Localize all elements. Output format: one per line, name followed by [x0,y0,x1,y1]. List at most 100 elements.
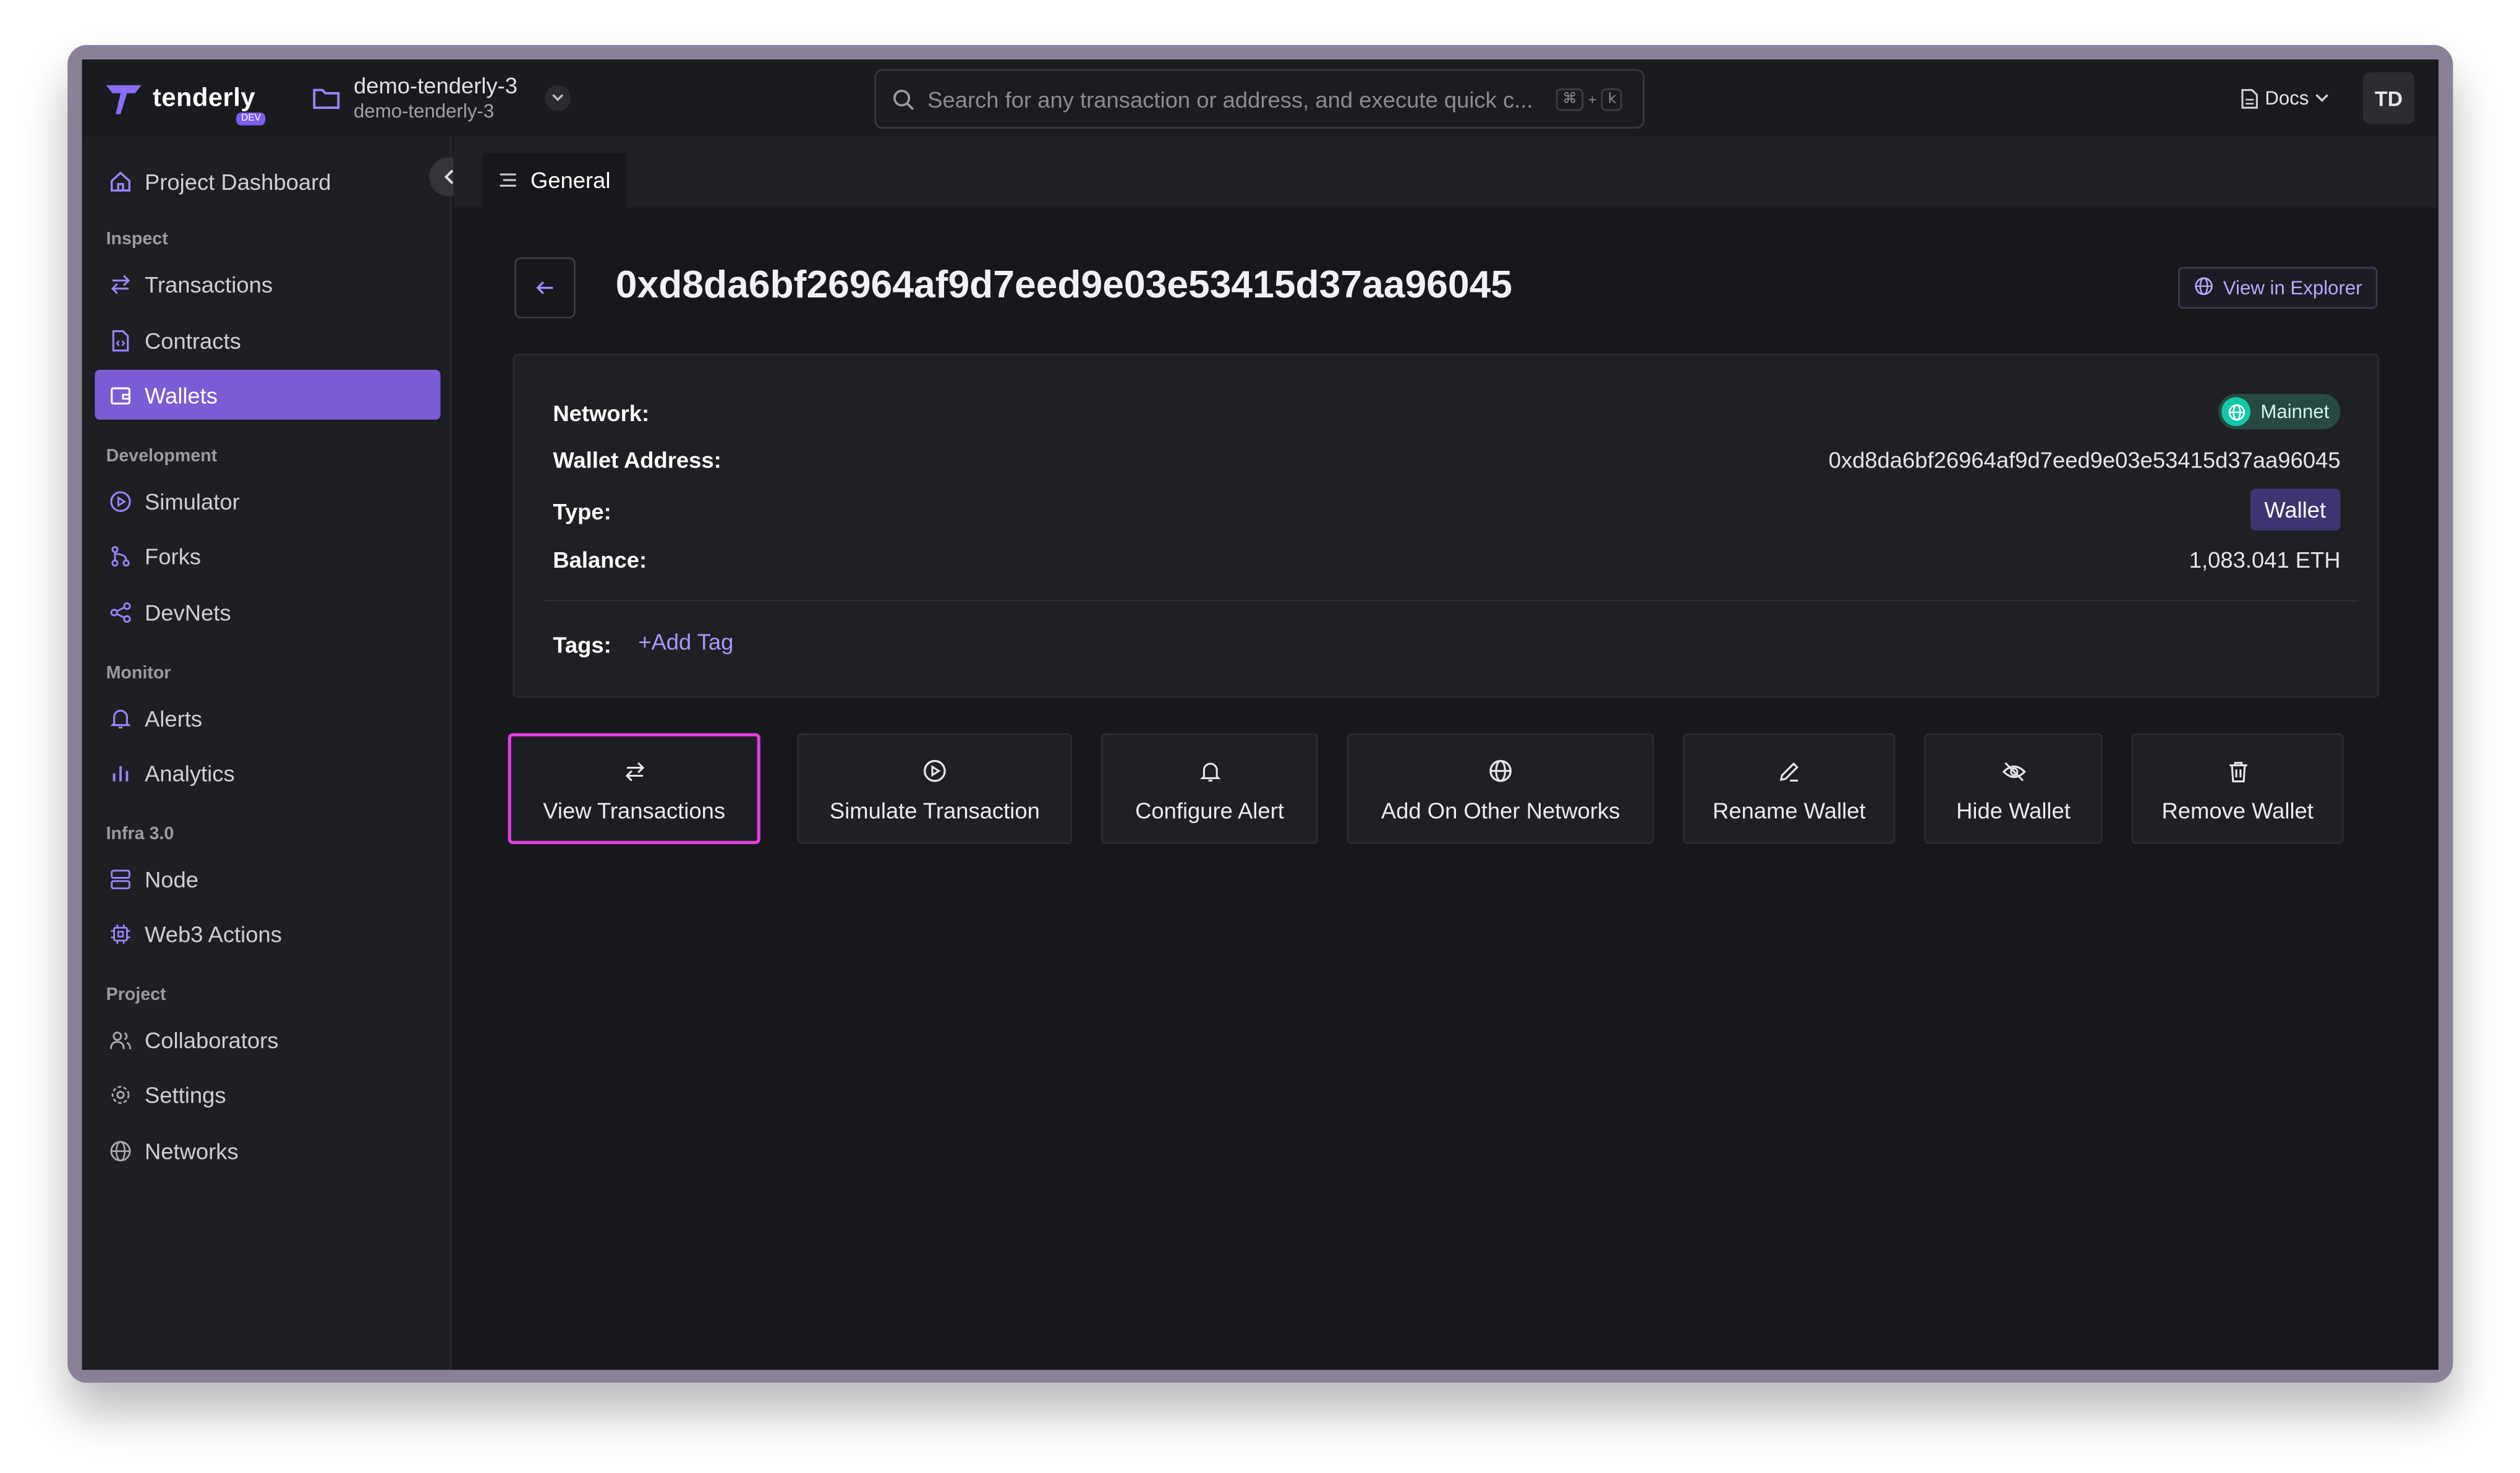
search-shortcut: ⌘ + k [1556,87,1623,111]
shortcut-cmd-key: ⌘ [1556,87,1583,111]
document-icon [2241,88,2258,108]
globe-icon [1489,755,1513,787]
tenderly-logo-icon [106,85,142,114]
bell-icon [108,706,132,730]
docs-dropdown[interactable]: Docs [2241,87,2336,109]
chevron-down-icon[interactable] [545,85,571,111]
shortcut-plus: + [1588,90,1597,107]
top-bar: tenderly DEV demo-tenderly-3 demo-tender… [82,59,2439,137]
sidebar-item-contracts[interactable]: Contracts [95,315,440,365]
sidebar-item-web3-actions[interactable]: Web3 Actions [95,908,440,959]
network-badge: Mainnet [2218,394,2341,430]
network-value: Mainnet [2260,400,2330,423]
sidebar-item-label: Forks [144,542,201,569]
sidebar-item-label: DevNets [144,599,231,625]
chevron-left-icon [443,169,453,184]
wallet-details-card: Network: Mainnet Wallet Address: 0xd8da6… [513,354,2379,698]
sidebar-item-label: Collaborators [144,1027,279,1052]
sidebar-item-wallets[interactable]: Wallets [95,370,441,420]
sidebar-item-forks[interactable]: Forks [95,531,440,581]
eye-off-icon [2001,755,2027,787]
user-avatar[interactable]: TD [2362,72,2415,124]
page-title: 0xd8da6bf26964af9d7eed9e03e53415d37aa960… [615,263,1512,307]
home-icon [108,169,132,193]
sidebar-item-label: Simulator [144,488,240,514]
sidebar-group-development: Development [106,446,218,466]
sidebar-item-label: Wallets [144,382,218,408]
cpu-chip-icon [108,921,132,946]
sidebar-group-monitor: Monitor [106,664,171,683]
server-icon [108,866,132,890]
sidebar-item-node[interactable]: Node [95,854,440,904]
simulate-transaction-button[interactable]: Simulate Transaction [797,733,1073,844]
screenshot-canvas: tenderly DEV demo-tenderly-3 demo-tender… [0,0,2520,1471]
simulate-transaction-label: Simulate Transaction [829,796,1040,822]
sidebar-item-label: Settings [144,1081,226,1108]
sidebar-item-collaborators[interactable]: Collaborators [95,1015,440,1065]
configure-alert-label: Configure Alert [1135,796,1284,822]
globe-icon [108,1138,132,1163]
view-in-explorer-label: View in Explorer [2223,276,2362,299]
tenderly-logo[interactable]: tenderly [104,82,255,117]
add-on-other-networks-label: Add On Other Networks [1381,796,1620,822]
tags-label: Tags: [553,631,611,658]
sidebar-item-alerts[interactable]: Alerts [95,693,440,743]
type-badge: Wallet [2249,489,2341,531]
add-tag-button[interactable]: +Add Tag [638,629,733,655]
balance-value: 1,083.041 ETH [2189,546,2341,573]
chevron-down-icon [2316,94,2329,102]
sidebar-item-label: Node [144,866,199,892]
sidebar-item-devnets[interactable]: DevNets [95,587,440,637]
wallet-address-label: Wallet Address: [553,446,722,473]
sidebar-item-label: Alerts [144,705,203,731]
users-icon [108,1027,132,1051]
play-circle-icon [922,755,947,787]
docs-label: Docs [2265,87,2309,109]
gear-icon [108,1082,132,1106]
back-button[interactable] [514,257,576,318]
sidebar-item-label: Web3 Actions [144,920,282,947]
sidebar-item-project-dashboard[interactable]: Project Dashboard [95,156,440,206]
balance-label: Balance: [553,546,647,573]
project-switcher[interactable]: demo-tenderly-3 demo-tenderly-3 [312,72,571,124]
app-window: tenderly DEV demo-tenderly-3 demo-tender… [82,59,2439,1370]
sidebar-item-analytics[interactable]: Analytics [95,748,440,798]
search-placeholder: Search for any transaction or address, a… [927,86,1533,112]
sidebar-item-simulator[interactable]: Simulator [95,476,440,526]
sidebar: Project Dashboard Inspect Transactions C… [82,136,452,1370]
project-name: demo-tenderly-3 [354,72,518,98]
sidebar-item-label: Analytics [144,759,235,786]
rename-wallet-label: Rename Wallet [1713,796,1866,822]
sidebar-item-settings[interactable]: Settings [95,1069,440,1119]
shortcut-k-key: k [1601,87,1623,111]
sidebar-item-networks[interactable]: Networks [95,1125,440,1176]
remove-wallet-label: Remove Wallet [2161,796,2314,822]
divider [543,599,2359,602]
network-nodes-icon [108,600,132,624]
tab-general[interactable]: General [482,152,627,208]
hide-wallet-button[interactable]: Hide Wallet [1924,733,2103,844]
tab-bar: General [453,136,2439,208]
sidebar-group-project: Project [106,985,166,1005]
wallet-icon [108,383,132,407]
type-label: Type: [553,498,611,524]
arrows-left-right-icon [623,755,645,787]
sidebar-item-transactions[interactable]: Transactions [95,259,440,309]
view-transactions-label: View Transactions [543,796,726,822]
search-input[interactable]: Search for any transaction or address, a… [874,69,1645,129]
remove-wallet-button[interactable]: Remove Wallet [2131,733,2344,844]
pencil-icon [1778,755,1800,787]
sidebar-item-label: Networks [144,1137,239,1164]
network-label: Network: [553,400,650,426]
rename-wallet-button[interactable]: Rename Wallet [1683,733,1896,844]
view-in-explorer-button[interactable]: View in Explorer [2177,267,2378,309]
list-icon [498,167,517,193]
sidebar-item-label: Project Dashboard [144,168,331,194]
add-on-other-networks-button[interactable]: Add On Other Networks [1347,733,1654,844]
configure-alert-button[interactable]: Configure Alert [1100,733,1318,844]
arrow-left-icon [536,281,553,294]
view-transactions-button[interactable]: View Transactions [508,733,760,844]
brand-name: tenderly [152,85,255,113]
tab-label: General [530,167,611,193]
globe-icon [2194,276,2213,300]
